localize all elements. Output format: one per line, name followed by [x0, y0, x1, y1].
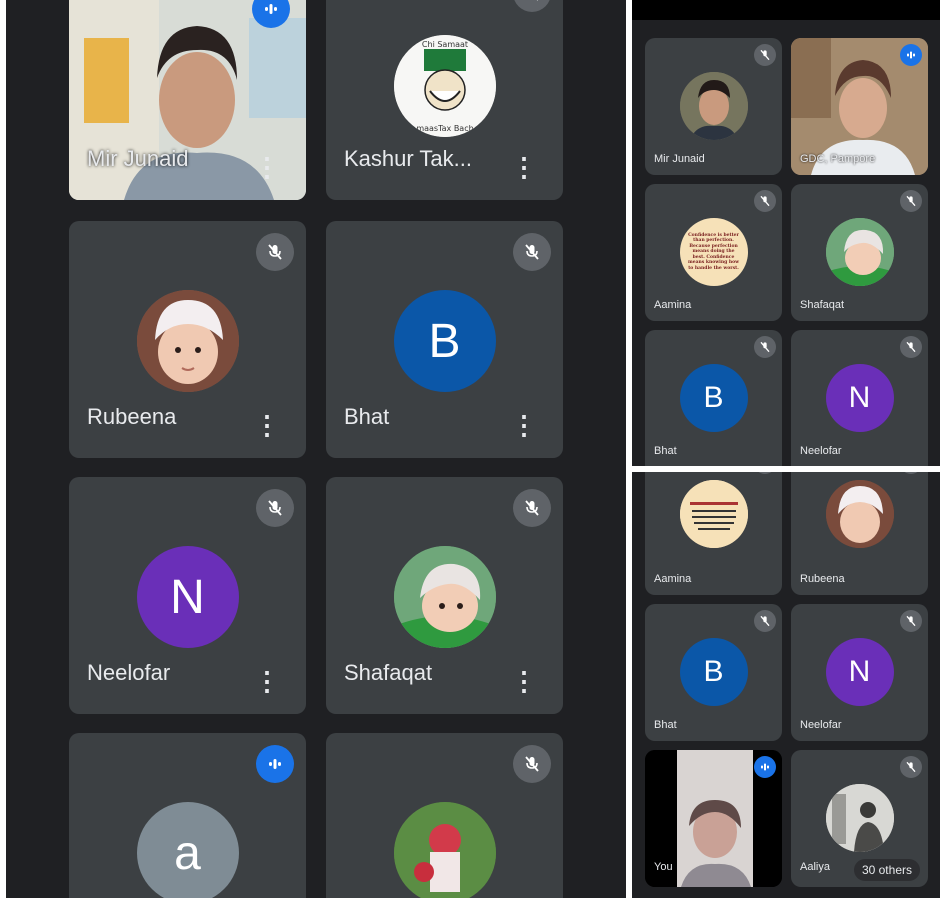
participant-tile-neelofar[interactable]: N Neelofar ⋮ [69, 477, 306, 714]
participant-tile-you[interactable]: You [645, 750, 782, 887]
participant-tile-bhat[interactable]: B Bhat ⋮ [326, 221, 563, 458]
participant-name: Bhat [654, 445, 677, 457]
participant-tile-a[interactable]: a [69, 733, 306, 898]
mic-off-icon [900, 610, 922, 632]
avatar: B [679, 364, 748, 432]
avatar [136, 290, 239, 392]
avatar [679, 72, 748, 140]
participant-tile-photo[interactable] [326, 733, 563, 898]
participant-name: Aamina [654, 573, 692, 585]
participant-tile-rubeena[interactable]: Rubeena ⋮ [69, 221, 306, 458]
participant-name: Rubeena [87, 404, 177, 429]
more-vert-icon[interactable]: ⋮ [511, 154, 537, 180]
participant-tile-bhat[interactable]: B Bhat [645, 330, 782, 466]
participant-name: Aamina [654, 299, 692, 311]
more-vert-icon[interactable]: ⋮ [254, 668, 280, 694]
avatar [679, 480, 748, 548]
mic-off-icon [900, 336, 922, 358]
avatar [393, 546, 496, 648]
participant-tile-gdc-pampore[interactable]: GDC, Pampore [791, 38, 928, 175]
avatar: B [393, 290, 496, 392]
participant-tile-mir-junaid[interactable]: Mir Junaid ⋮ [69, 0, 306, 200]
participant-tile-shafaqat[interactable]: Shafaqat ⋮ [326, 477, 563, 714]
participant-name: Kashur Tak... [344, 146, 472, 171]
participant-tile-shafaqat[interactable]: Shafaqat [791, 184, 928, 321]
mic-off-icon [900, 756, 922, 778]
participant-name: Neelofar [87, 660, 171, 685]
mic-off-icon [900, 472, 922, 474]
participant-tile-bhat[interactable]: B Bhat [645, 604, 782, 741]
participant-name: Neelofar [800, 445, 842, 457]
mic-off-icon [256, 489, 294, 527]
participant-tile-neelofar[interactable]: N Neelofar [791, 330, 928, 466]
avatar [393, 802, 496, 898]
avatar: a [136, 802, 239, 898]
participant-tile-aaliya[interactable]: Aaliya 30 others [791, 750, 928, 887]
meeting-grid-right-top: Mir Junaid GDC, Pampore Confidence is be… [632, 0, 940, 466]
mic-off-icon [900, 190, 922, 212]
mic-off-icon [754, 190, 776, 212]
avatar: Chi Samaat maasTax Bach [393, 35, 496, 137]
mic-off-icon [256, 233, 294, 271]
participant-name: Shafaqat [344, 660, 433, 685]
avatar: N [825, 638, 894, 706]
participant-tile-aamina[interactable]: Confidence is better than perfection. Be… [645, 184, 782, 321]
participant-tile-mir-junaid[interactable]: Mir Junaid [645, 38, 782, 175]
mic-off-icon [754, 472, 776, 474]
more-vert-icon[interactable]: ⋮ [254, 154, 280, 180]
more-vert-icon[interactable]: ⋮ [511, 412, 537, 438]
mic-off-icon [513, 233, 551, 271]
participant-name: Bhat [344, 404, 390, 429]
mic-off-icon [754, 336, 776, 358]
participant-tile-aamina[interactable]: Aamina [645, 472, 782, 595]
avatar [825, 784, 894, 852]
audio-level-icon [900, 44, 922, 66]
more-vert-icon[interactable]: ⋮ [511, 668, 537, 694]
mic-off-icon [754, 44, 776, 66]
avatar: Confidence is better than perfection. Be… [679, 218, 748, 286]
participant-name: Aaliya [800, 861, 830, 873]
avatar-quote-text: Confidence is better than perfection. Be… [687, 233, 740, 271]
audio-level-icon [256, 745, 294, 783]
svg-text:Chi Samaat: Chi Samaat [421, 40, 467, 49]
audio-level-icon [754, 756, 776, 778]
meeting-grid-left: Mir Junaid ⋮ Chi Samaat maasTax Bach Kas… [6, 0, 626, 898]
mic-off-icon [754, 610, 776, 632]
others-count-badge[interactable]: 30 others [853, 859, 920, 881]
participant-name: You [654, 861, 673, 873]
avatar: B [679, 638, 748, 706]
participant-name: Rubeena [800, 573, 845, 585]
avatar [825, 480, 894, 548]
participant-tile-kashur[interactable]: Chi Samaat maasTax Bach Kashur Tak... ⋮ [326, 0, 563, 200]
avatar: N [825, 364, 894, 432]
participant-name: Neelofar [800, 719, 842, 731]
svg-text:maasTax Bach: maasTax Bach [416, 124, 473, 133]
mic-off-icon [513, 0, 551, 12]
avatar [825, 218, 894, 286]
avatar: N [136, 546, 239, 648]
participant-name: Mir Junaid [654, 153, 705, 165]
meeting-grid-right-bottom: Aamina Rubeena B Bhat N Neelofar You Aal… [632, 472, 940, 898]
participant-name: Bhat [654, 719, 677, 731]
participant-tile-rubeena[interactable]: Rubeena [791, 472, 928, 595]
participant-name: Mir Junaid [87, 146, 189, 171]
participant-tile-neelofar[interactable]: N Neelofar [791, 604, 928, 741]
participant-name: GDC, Pampore [800, 153, 876, 165]
mic-off-icon [513, 489, 551, 527]
more-vert-icon[interactable]: ⋮ [254, 412, 280, 438]
status-bar [632, 0, 940, 20]
mic-off-icon [513, 745, 551, 783]
participant-name: Shafaqat [800, 299, 845, 311]
